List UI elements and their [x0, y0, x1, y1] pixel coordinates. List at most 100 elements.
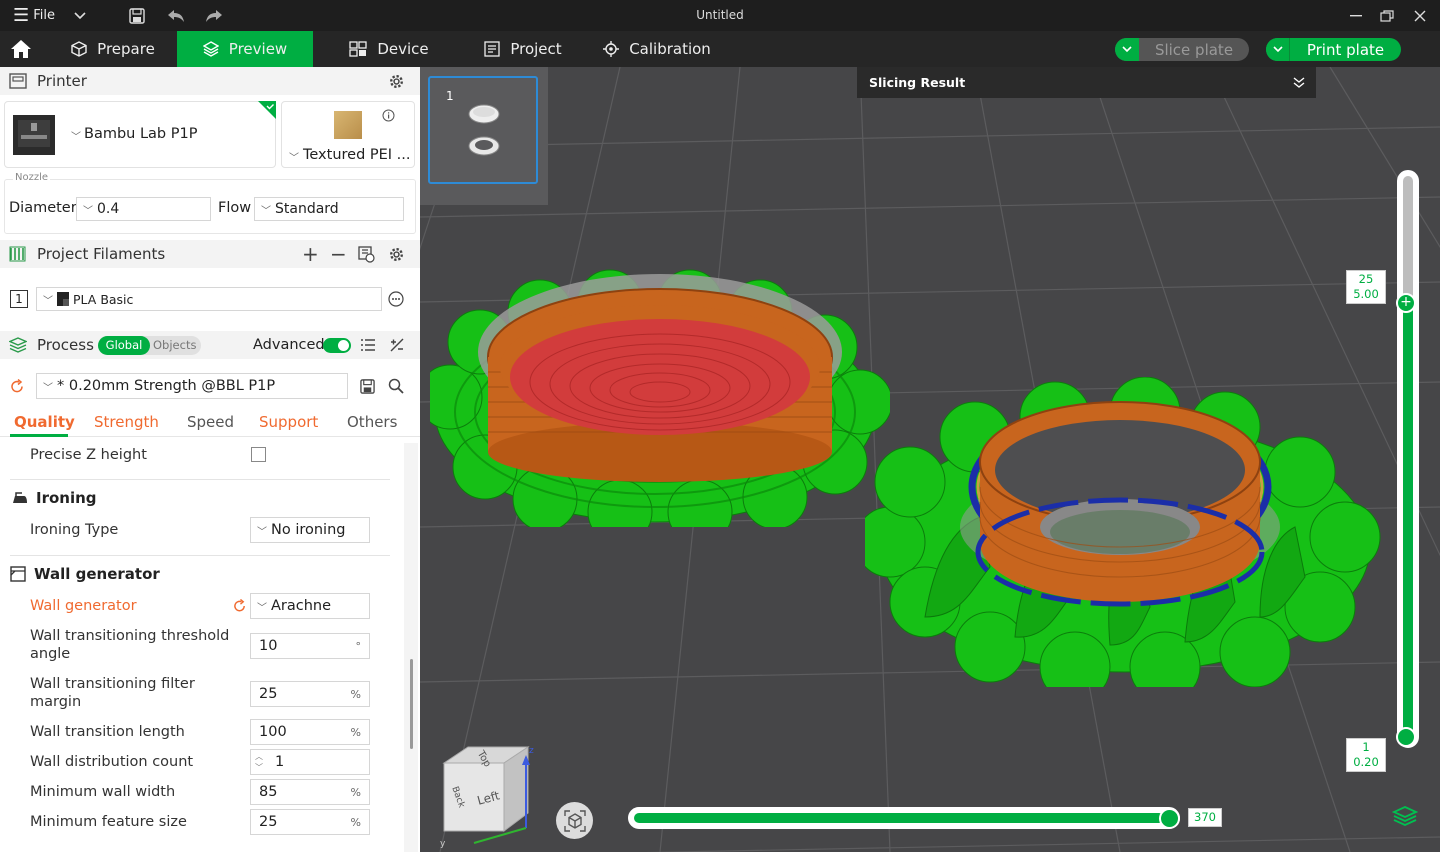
- restore-icon[interactable]: [1376, 0, 1398, 31]
- tab-preview[interactable]: Preview: [177, 31, 313, 67]
- search-settings-icon[interactable]: [388, 378, 404, 394]
- precise-z-label: Precise Z height: [30, 447, 147, 463]
- wall-generator-chevron-down-icon: ﹀: [257, 602, 267, 614]
- spinner-arrows-icon[interactable]: ︿ ﹀: [255, 751, 263, 773]
- layer-top-height: 5.00: [1353, 287, 1379, 301]
- process-layers-icon: [9, 337, 27, 353]
- filament-settings-gear-icon[interactable]: [388, 246, 405, 263]
- process-preset-name: * 0.20mm Strength @BBL P1P: [57, 378, 276, 394]
- tab-calibration[interactable]: Calibration: [592, 31, 722, 67]
- nozzle-group: Nozzle Diameter ﹀ 0.4 Flow ﹀ Standard: [4, 172, 416, 234]
- plate-thumbnail-1[interactable]: 1: [428, 76, 538, 184]
- ironing-type-select[interactable]: ﹀ No ironing: [250, 517, 370, 543]
- move-slider-handle[interactable]: [1159, 808, 1180, 829]
- process-tabs: Quality Strength Speed Support Others: [0, 411, 420, 437]
- home-icon: [11, 40, 31, 58]
- filament-select[interactable]: ﹀ PLA Basic: [36, 287, 382, 311]
- filament-more-icon[interactable]: [388, 291, 404, 307]
- close-icon[interactable]: [1409, 0, 1431, 31]
- printer-name: Bambu Lab P1P: [84, 126, 198, 142]
- remove-filament-icon[interactable]: −: [330, 242, 347, 266]
- wt-angle-input[interactable]: 10 °: [250, 633, 370, 659]
- diameter-value: 0.4: [97, 201, 120, 217]
- diameter-select[interactable]: ﹀ 0.4: [76, 197, 211, 221]
- printer-selected-corner-icon: [258, 101, 276, 119]
- filament-icon: [9, 246, 26, 262]
- filament-sync-icon[interactable]: [358, 245, 375, 263]
- slicing-result-panel[interactable]: Slicing Result: [857, 67, 1316, 98]
- advanced-switch[interactable]: [323, 338, 351, 353]
- plate-thumbnail-panel[interactable]: 1: [420, 67, 548, 205]
- layer-slider[interactable]: [1397, 170, 1419, 748]
- min-feature-input[interactable]: 25 %: [250, 809, 370, 835]
- lid-walls: [478, 274, 842, 482]
- expand-chevron-icon[interactable]: [1292, 77, 1306, 89]
- layers-toggle-icon[interactable]: [1392, 805, 1418, 829]
- objects-toggle-option[interactable]: Objects: [153, 336, 196, 355]
- print-dropdown-chevron-icon[interactable]: [1266, 38, 1290, 61]
- plate-type-name: Textured PEI ...: [303, 147, 411, 163]
- flow-value: Standard: [275, 201, 339, 217]
- device-icon: [349, 41, 367, 57]
- global-objects-toggle[interactable]: Global Objects: [98, 336, 201, 355]
- wall-generator-reset-icon[interactable]: [233, 599, 247, 613]
- wt-filter-value: 25: [259, 686, 278, 702]
- precise-z-checkbox[interactable]: [251, 447, 266, 462]
- tab-quality[interactable]: Quality: [14, 413, 75, 431]
- printer-icon: [9, 73, 27, 89]
- reset-preset-icon[interactable]: [10, 379, 25, 394]
- flow-label: Flow: [218, 200, 252, 216]
- project-icon: [484, 41, 500, 57]
- fit-view-button[interactable]: [556, 802, 593, 839]
- slice-dropdown-chevron-icon[interactable]: [1115, 38, 1139, 61]
- filament-chevron-down-icon: ﹀: [43, 295, 53, 307]
- diameter-label: Diameter: [9, 200, 77, 216]
- wt-length-input[interactable]: 100 %: [250, 719, 370, 745]
- printer-selector[interactable]: ﹀ Bambu Lab P1P: [4, 101, 276, 168]
- tab-speed[interactable]: Speed: [187, 413, 234, 431]
- tab-project[interactable]: Project: [468, 31, 578, 67]
- min-wall-label: Minimum wall width: [30, 784, 176, 800]
- tab-others[interactable]: Others: [347, 413, 397, 431]
- global-toggle-option[interactable]: Global: [98, 336, 150, 355]
- tab-support[interactable]: Support: [259, 413, 318, 431]
- min-wall-input[interactable]: 85 %: [250, 779, 370, 805]
- view-cube[interactable]: Top Left Back z y: [438, 743, 538, 848]
- print-plate-button[interactable]: Print plate: [1266, 38, 1401, 61]
- save-preset-icon[interactable]: [360, 379, 375, 394]
- plate-info-icon[interactable]: [382, 109, 395, 122]
- layer-bottom-label: 1 0.20: [1346, 738, 1386, 772]
- minimize-icon[interactable]: [1345, 0, 1367, 31]
- 3d-preview-viewport[interactable]: 1 Slicing Result + 25 5.00 1 0.20 370 To…: [420, 67, 1440, 852]
- flow-select[interactable]: ﹀ Standard: [254, 197, 404, 221]
- process-list-icon[interactable]: [360, 338, 376, 352]
- wd-count-spinner[interactable]: ︿ ﹀ 1: [250, 749, 370, 775]
- advanced-label: Advanced: [253, 337, 325, 353]
- process-compare-icon[interactable]: [389, 337, 405, 353]
- tab-device[interactable]: Device: [334, 31, 444, 67]
- process-preset-select[interactable]: ﹀ * 0.20mm Strength @BBL P1P: [36, 373, 348, 399]
- layer-top-handle[interactable]: +: [1396, 293, 1416, 313]
- tab-strength[interactable]: Strength: [94, 413, 159, 431]
- process-section-header: Process Global Objects Advanced: [0, 331, 420, 359]
- home-button[interactable]: [0, 31, 42, 67]
- process-section-title: Process: [37, 336, 94, 354]
- settings-scrollbar[interactable]: [404, 443, 418, 852]
- move-slider[interactable]: [628, 807, 1180, 829]
- wd-count-label: Wall distribution count: [30, 754, 194, 770]
- filament-index-badge[interactable]: 1: [10, 290, 28, 308]
- add-filament-icon[interactable]: +: [302, 242, 319, 266]
- printer-settings-gear-icon[interactable]: [388, 73, 405, 90]
- layer-bottom-handle[interactable]: [1396, 727, 1416, 747]
- flow-chevron-down-icon: ﹀: [261, 205, 271, 217]
- printer-section-title: Printer: [37, 72, 87, 90]
- wall-generator-select[interactable]: ﹀ Arachne: [250, 593, 370, 619]
- wt-filter-input[interactable]: 25 %: [250, 681, 370, 707]
- ring-walls: [968, 401, 1272, 607]
- separator: [10, 555, 390, 556]
- move-value-label: 370: [1188, 808, 1222, 827]
- plate-type-selector[interactable]: ﹀ Textured PEI ...: [281, 101, 415, 168]
- slice-plate-button[interactable]: Slice plate: [1115, 38, 1249, 61]
- settings-scrollbar-thumb[interactable]: [410, 659, 413, 749]
- tab-prepare[interactable]: Prepare: [58, 31, 168, 67]
